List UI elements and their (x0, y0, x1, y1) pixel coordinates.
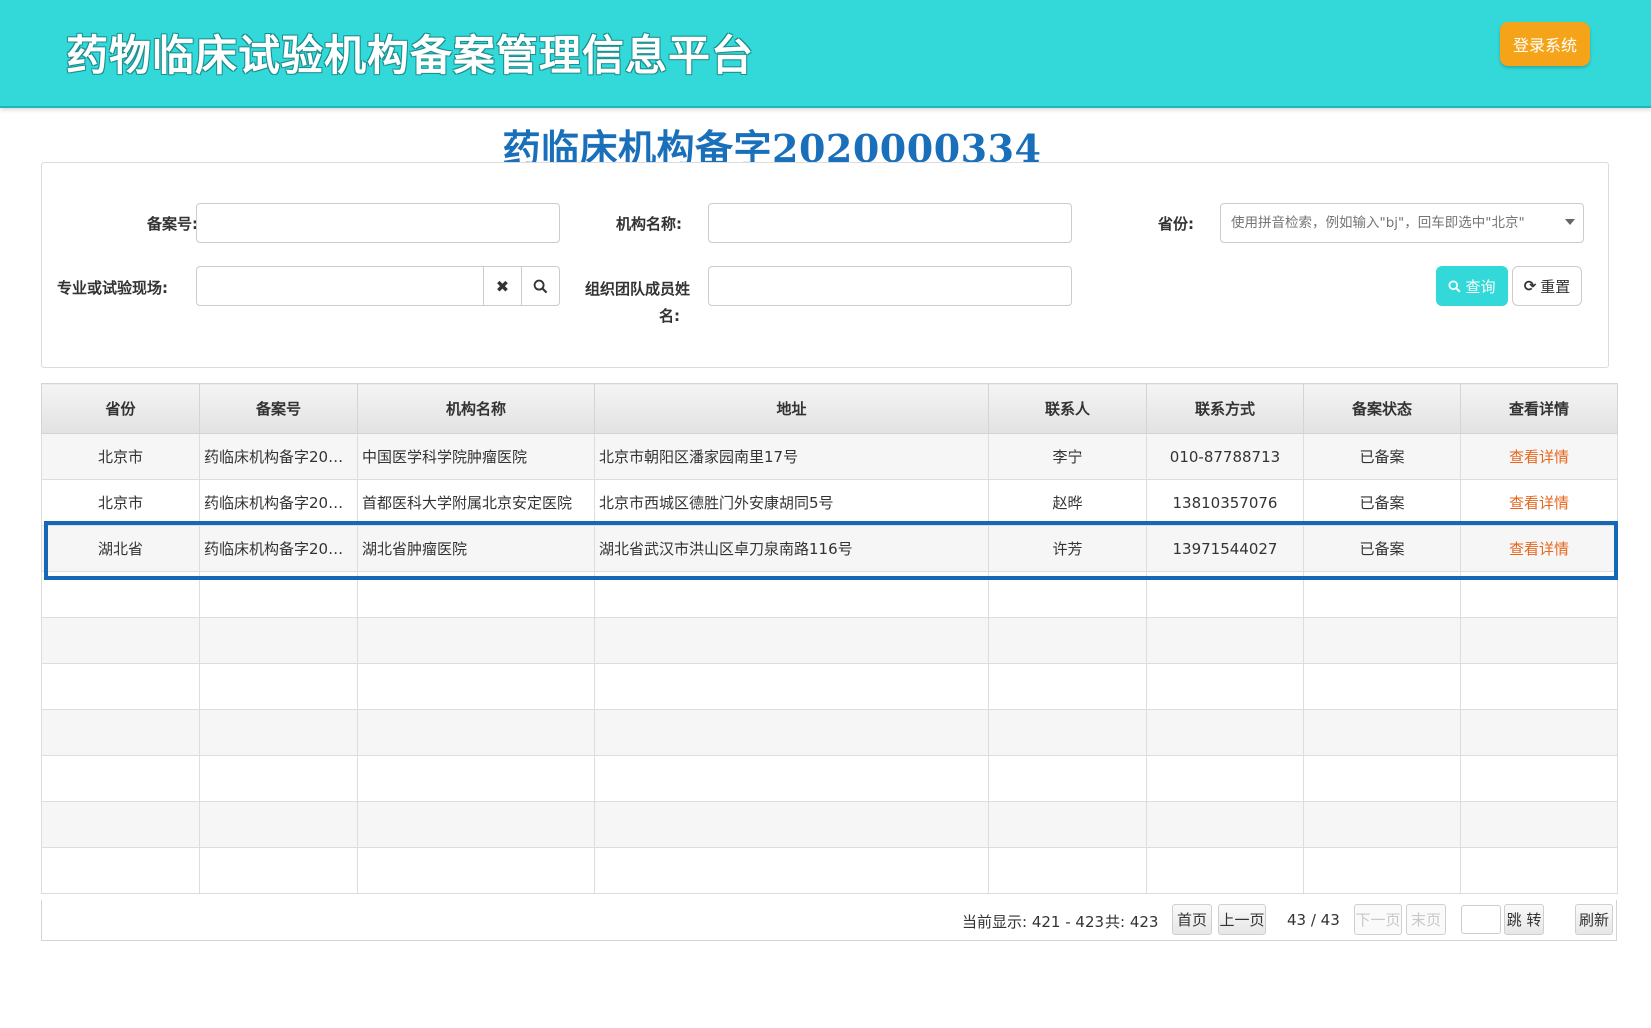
empty-row (41, 617, 1618, 664)
results-table: 省份 备案号 机构名称 地址 联系人 联系方式 备案状态 查看详情 北京市 药临… (41, 383, 1618, 894)
record-no-input[interactable] (197, 204, 559, 242)
chevron-down-icon[interactable] (1565, 219, 1575, 225)
query-button[interactable]: 查询 (1436, 266, 1508, 306)
query-label: 查询 (1465, 277, 1496, 296)
specialty-label: 专业或试验现场: (57, 279, 168, 297)
column-header-record-no[interactable]: 备案号 (199, 383, 358, 434)
empty-row (41, 663, 1618, 710)
cell-status: 已备案 (1303, 525, 1461, 572)
empty-row (41, 571, 1618, 618)
team-member-input[interactable] (709, 267, 1071, 305)
refresh-button[interactable]: 刷新 (1575, 904, 1613, 935)
cell-status: 已备案 (1303, 433, 1461, 480)
login-button[interactable]: 登录系统 (1500, 22, 1590, 66)
clear-icon[interactable]: ✖ (483, 267, 521, 305)
pagination-bar: 当前显示: 421 - 423 共: 423 首页 上一页 43 / 43 下一… (41, 900, 1617, 941)
cell-phone: 010-87788713 (1146, 433, 1304, 480)
empty-row (41, 709, 1618, 756)
reset-label: 重置 (1540, 277, 1571, 296)
last-page-button[interactable]: 末页 (1406, 904, 1446, 935)
column-header-address[interactable]: 地址 (594, 383, 989, 434)
empty-row (41, 801, 1618, 848)
cell-record-no: 药临床机构备字20200... (199, 525, 358, 572)
cell-province: 北京市 (41, 479, 200, 526)
province-input[interactable] (1221, 204, 1583, 242)
column-header-contact[interactable]: 联系人 (988, 383, 1147, 434)
org-name-input[interactable] (709, 204, 1071, 242)
cell-contact: 李宁 (988, 433, 1147, 480)
org-name-field[interactable] (708, 203, 1072, 243)
team-member-field[interactable] (708, 266, 1072, 306)
org-name-label: 机构名称: (616, 215, 682, 233)
cell-contact: 许芳 (988, 525, 1147, 572)
cell-org-name: 中国医学科学院肿瘤医院 (357, 433, 595, 480)
record-no-field[interactable] (196, 203, 560, 243)
empty-row (41, 847, 1618, 894)
current-range: 当前显示: 421 - 423 (962, 913, 1105, 931)
column-header-status[interactable]: 备案状态 (1303, 383, 1461, 434)
cell-org-name: 首都医科大学附属北京安定医院 (357, 479, 595, 526)
search-icon[interactable] (521, 267, 559, 305)
prev-page-button[interactable]: 上一页 (1218, 904, 1266, 935)
cell-details: 查看详情 (1460, 525, 1618, 572)
table-row[interactable]: 北京市 药临床机构备字20200... 首都医科大学附属北京安定医院 北京市西城… (41, 479, 1618, 526)
table-row[interactable]: 湖北省 药临床机构备字20200... 湖北省肿瘤医院 湖北省武汉市洪山区卓刀泉… (41, 525, 1618, 572)
view-details-link[interactable]: 查看详情 (1509, 540, 1569, 558)
view-details-link[interactable]: 查看详情 (1509, 494, 1569, 512)
app-title: 药物临床试验机构备案管理信息平台 (66, 31, 755, 80)
jump-button[interactable]: 跳 转 (1504, 904, 1544, 935)
refresh-icon: ⟳ (1523, 277, 1537, 295)
specialty-input[interactable] (197, 267, 483, 305)
province-select[interactable] (1220, 203, 1584, 243)
column-header-phone[interactable]: 联系方式 (1146, 383, 1304, 434)
record-no-label: 备案号: (147, 215, 198, 233)
cell-phone: 13810357076 (1146, 479, 1304, 526)
view-details-link[interactable]: 查看详情 (1509, 448, 1569, 466)
empty-row (41, 755, 1618, 802)
first-page-button[interactable]: 首页 (1172, 904, 1212, 935)
team-member-label: 组织团队成员姓 名: (584, 276, 690, 330)
page-indicator: 43 / 43 (1287, 911, 1340, 929)
specialty-field[interactable]: ✖ (196, 266, 560, 306)
reset-button[interactable]: ⟳ 重置 (1512, 266, 1582, 306)
cell-details: 查看详情 (1460, 479, 1618, 526)
table-header-row: 省份 备案号 机构名称 地址 联系人 联系方式 备案状态 查看详情 (41, 383, 1618, 434)
cell-address: 北京市西城区德胜门外安康胡同5号 (594, 479, 989, 526)
cell-org-name: 湖北省肿瘤医院 (357, 525, 595, 572)
column-header-org-name[interactable]: 机构名称 (357, 383, 595, 434)
cell-contact: 赵晔 (988, 479, 1147, 526)
cell-record-no: 药临床机构备字20200... (199, 479, 358, 526)
team-member-label-line-1: 组织团队成员姓 (584, 280, 690, 298)
table-row[interactable]: 北京市 药临床机构备字20200... 中国医学科学院肿瘤医院 北京市朝阳区潘家… (41, 433, 1618, 480)
jump-page-input[interactable] (1461, 905, 1501, 934)
column-header-province[interactable]: 省份 (41, 383, 200, 434)
cell-details: 查看详情 (1460, 433, 1618, 480)
cell-record-no: 药临床机构备字20200... (199, 433, 358, 480)
search-panel (41, 162, 1609, 368)
cell-phone: 13971544027 (1146, 525, 1304, 572)
team-member-label-line-2: 名: (659, 307, 680, 325)
top-bar: 药物临床试验机构备案管理信息平台 登录系统 (0, 0, 1651, 108)
cell-province: 北京市 (41, 433, 200, 480)
cell-status: 已备案 (1303, 479, 1461, 526)
cell-province: 湖北省 (41, 525, 200, 572)
next-page-button[interactable]: 下一页 (1354, 904, 1402, 935)
cell-address: 湖北省武汉市洪山区卓刀泉南路116号 (594, 525, 989, 572)
total-count: 共: 423 (1105, 913, 1159, 931)
column-header-details[interactable]: 查看详情 (1460, 383, 1618, 434)
search-icon (1448, 279, 1461, 292)
cell-address: 北京市朝阳区潘家园南里17号 (594, 433, 989, 480)
province-label: 省份: (1158, 215, 1194, 233)
